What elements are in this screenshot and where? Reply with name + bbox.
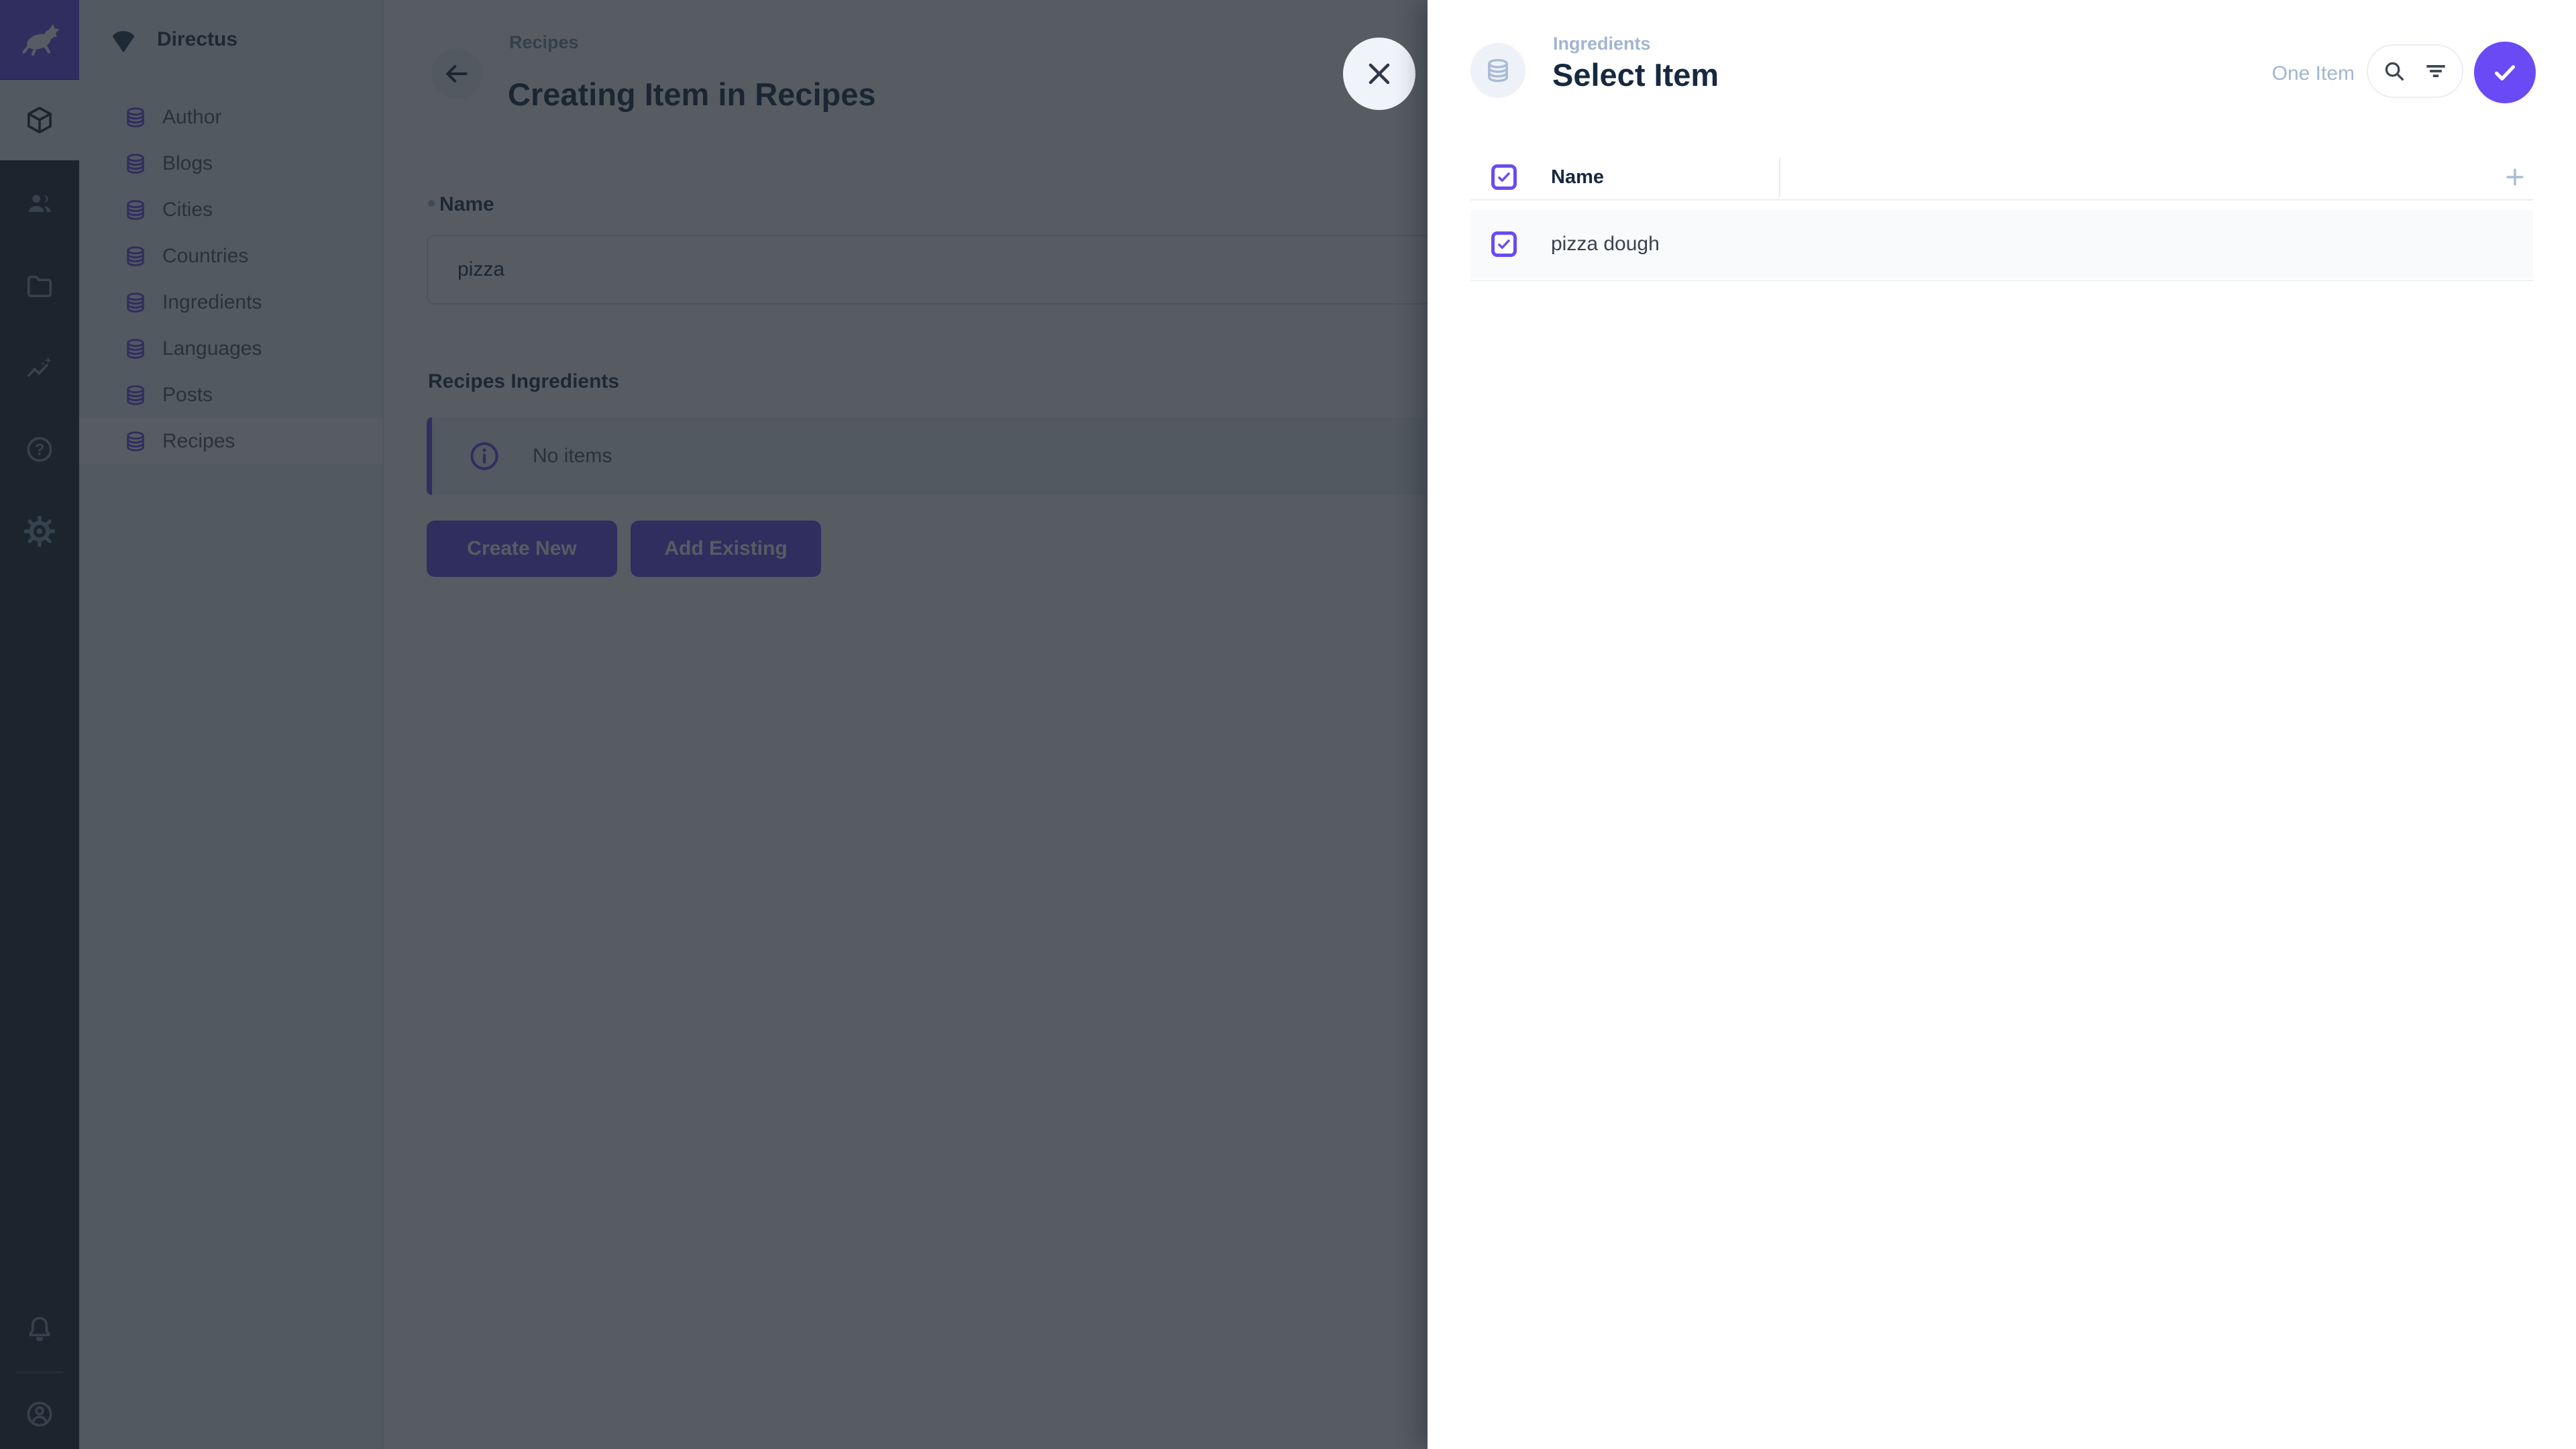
select-item-drawer: Ingredients Select Item One Item [1428, 0, 2576, 1449]
table-row-border [1470, 280, 2533, 281]
close-drawer-button[interactable] [1343, 38, 1415, 110]
filter-icon[interactable] [2423, 58, 2449, 84]
search-filter-pill [2367, 44, 2463, 98]
close-icon [1362, 56, 1397, 91]
drawer-title: Select Item [1552, 56, 1719, 93]
database-icon [1484, 56, 1512, 85]
column-divider [1779, 157, 1780, 197]
directus-app: ? [0, 0, 2576, 1449]
row-name-cell: pizza dough [1551, 233, 1660, 256]
drawer-collection-label: Ingredients [1553, 34, 1651, 54]
select-all-checkbox[interactable] [1491, 164, 1517, 190]
collection-avatar [1470, 43, 1525, 98]
confirm-selection-button[interactable] [2474, 42, 2536, 103]
table-row[interactable]: pizza dough [1470, 210, 2533, 278]
plus-icon[interactable] [2504, 166, 2526, 189]
check-icon [2489, 57, 2520, 88]
row-checkbox[interactable] [1491, 231, 1517, 257]
table-header-row: Name [1470, 154, 2533, 200]
search-icon[interactable] [2381, 58, 2407, 84]
name-column-header[interactable]: Name [1551, 166, 1604, 189]
item-count-label: One Item [2272, 62, 2355, 85]
table-header-border [1470, 199, 2533, 201]
